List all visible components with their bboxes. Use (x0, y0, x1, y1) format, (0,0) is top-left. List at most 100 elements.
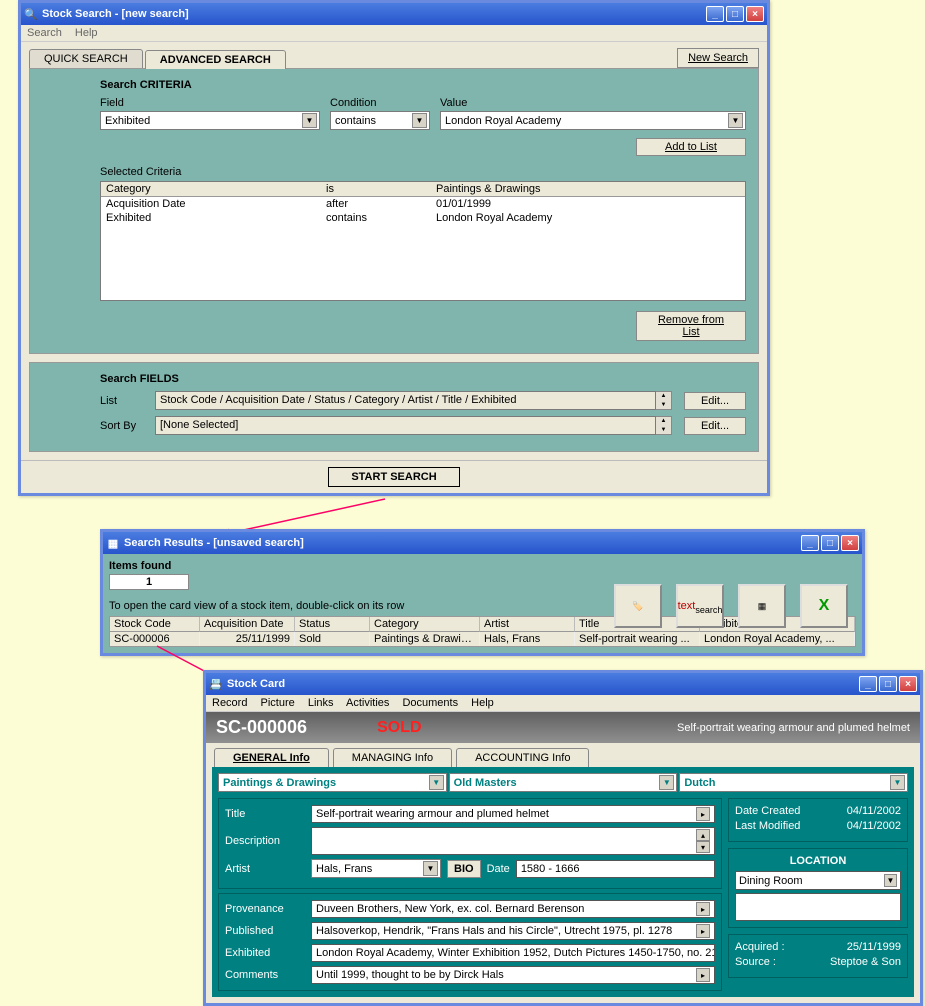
comments-label: Comments (225, 969, 305, 981)
exhibited-field[interactable]: London Royal Academy, Winter Exhibition … (311, 944, 715, 962)
list-display: Stock Code / Acquisition Date / Status /… (155, 391, 656, 410)
results-toolbar: 🏷️ textsearch ▦ X (614, 584, 848, 628)
maximize-button[interactable]: □ (821, 535, 839, 551)
tab-general-info[interactable]: GENERAL Info (214, 748, 329, 767)
menu-search[interactable]: Search (27, 27, 62, 39)
tab-advanced-search[interactable]: ADVANCED SEARCH (145, 50, 286, 69)
selected-criteria-label: Selected Criteria (100, 166, 746, 178)
edit-sort-button[interactable]: Edit... (684, 417, 746, 435)
location-select[interactable]: Dining Room▼ (735, 871, 901, 890)
provenance-label: Provenance (225, 903, 305, 915)
criteria-row-field: Exhibited (106, 212, 326, 224)
published-field[interactable]: Halsoverkop, Hendrik, "Frans Hals and hi… (311, 922, 715, 940)
item-title: Self-portrait wearing armour and plumed … (677, 722, 910, 734)
menu-help[interactable]: Help (75, 27, 98, 39)
menu-record[interactable]: Record (212, 697, 247, 709)
search-fields-panel: Search FIELDS List Stock Code / Acquisit… (29, 362, 759, 452)
close-button[interactable]: × (841, 535, 859, 551)
list-spinner[interactable]: ▲▼ (656, 391, 672, 410)
tab-managing-info[interactable]: MANAGING Info (333, 748, 452, 767)
bio-button[interactable]: BIO (447, 860, 481, 878)
grid-icon: ▦ (106, 536, 120, 550)
criteria-row-val: 01/01/1999 (436, 198, 740, 210)
window-title: Stock Search - [new search] (42, 8, 189, 20)
last-modified-label: Last Modified (735, 820, 800, 832)
edit-list-button[interactable]: Edit... (684, 392, 746, 410)
scroll-icon: ▸ (696, 902, 710, 916)
value-select[interactable]: London Royal Academy▼ (440, 111, 746, 130)
artist-select[interactable]: Hals, Frans▼ (311, 859, 441, 878)
maximize-button[interactable]: □ (726, 6, 744, 22)
criteria-row-field: Category (106, 183, 326, 195)
status-badge: SOLD (377, 719, 421, 737)
menu-links[interactable]: Links (308, 697, 334, 709)
menubar: Record Picture Links Activities Document… (206, 695, 920, 712)
school-select[interactable]: Dutch▼ (679, 773, 908, 792)
selected-criteria-list[interactable]: Category is Paintings & Drawings Acquisi… (100, 181, 746, 301)
minimize-button[interactable]: _ (801, 535, 819, 551)
titlebar[interactable]: ▦ Search Results - [unsaved search] _ □ … (103, 532, 862, 554)
date-field[interactable]: 1580 - 1666 (516, 860, 715, 878)
criteria-row-field: Acquisition Date (106, 198, 326, 210)
scroll-icon: ▸ (696, 924, 710, 938)
criteria-row-val: London Royal Academy (436, 212, 740, 224)
field-label: Field (100, 97, 320, 109)
tag-tool-button[interactable]: 🏷️ (614, 584, 662, 628)
field-select[interactable]: Exhibited▼ (100, 111, 320, 130)
close-button[interactable]: × (746, 6, 764, 22)
stock-search-window: 🔍 Stock Search - [new search] _ □ × Sear… (18, 0, 770, 496)
tab-accounting-info[interactable]: ACCOUNTING Info (456, 748, 589, 767)
acquired-label: Acquired : (735, 941, 785, 953)
date-label: Date (487, 863, 510, 875)
new-search-button[interactable]: New Search (677, 48, 759, 68)
criteria-row-val: Paintings & Drawings (436, 183, 740, 195)
scroll-up-icon: ▴ (696, 829, 710, 841)
description-field[interactable]: ▴▾ (311, 827, 715, 855)
subcategory-select[interactable]: Old Masters▼ (449, 773, 678, 792)
acquired-value: 25/11/1999 (847, 941, 901, 953)
condition-select[interactable]: contains▼ (330, 111, 430, 130)
tab-quick-search[interactable]: QUICK SEARCH (29, 49, 143, 68)
description-label: Description (225, 835, 305, 847)
category-select[interactable]: Paintings & Drawings▼ (218, 773, 447, 792)
menu-help[interactable]: Help (471, 697, 494, 709)
tabs-row: QUICK SEARCH ADVANCED SEARCH New Search (21, 42, 767, 68)
maximize-button[interactable]: □ (879, 676, 897, 692)
chevron-down-icon: ▼ (423, 861, 438, 876)
chevron-down-icon: ▼ (884, 874, 897, 887)
location-notes[interactable] (735, 893, 901, 921)
sort-spinner[interactable]: ▲▼ (656, 416, 672, 435)
provenance-field[interactable]: Duveen Brothers, New York, ex. col. Bern… (311, 900, 715, 918)
titlebar[interactable]: 🔍 Stock Search - [new search] _ □ × (21, 3, 767, 25)
chevron-down-icon: ▼ (890, 775, 905, 790)
date-created-label: Date Created (735, 805, 800, 817)
grid-tool-button[interactable]: ▦ (738, 584, 786, 628)
source-value: Steptoe & Son (830, 956, 901, 968)
menu-picture[interactable]: Picture (261, 697, 295, 709)
results-row[interactable]: SC-000006 25/11/1999 Sold Paintings & Dr… (110, 632, 855, 646)
titlebar[interactable]: 📇 Stock Card _ □ × (206, 673, 920, 695)
close-button[interactable]: × (899, 676, 917, 692)
sort-label: Sort By (100, 420, 155, 432)
criteria-row-cond: after (326, 198, 436, 210)
criteria-row-cond: is (326, 183, 436, 195)
published-label: Published (225, 925, 305, 937)
comments-field[interactable]: Until 1999, thought to be by Dirck Hals▸ (311, 966, 715, 984)
source-label: Source : (735, 956, 776, 968)
title-field[interactable]: Self-portrait wearing armour and plumed … (311, 805, 715, 823)
chevron-down-icon: ▼ (728, 113, 743, 128)
minimize-button[interactable]: _ (706, 6, 724, 22)
excel-export-button[interactable]: X (800, 584, 848, 628)
remove-from-list-button[interactable]: Remove from List (636, 311, 746, 341)
menu-documents[interactable]: Documents (402, 697, 458, 709)
location-heading: LOCATION (735, 855, 901, 867)
scroll-down-icon: ▾ (696, 841, 710, 853)
start-search-button[interactable]: START SEARCH (328, 467, 459, 487)
menu-activities[interactable]: Activities (346, 697, 389, 709)
window-title: Search Results - [unsaved search] (124, 537, 304, 549)
fields-heading: Search FIELDS (100, 373, 746, 385)
text-search-tool-button[interactable]: textsearch (676, 584, 724, 628)
add-to-list-button[interactable]: Add to List (636, 138, 746, 156)
minimize-button[interactable]: _ (859, 676, 877, 692)
criteria-heading: Search CRITERIA (100, 79, 746, 91)
